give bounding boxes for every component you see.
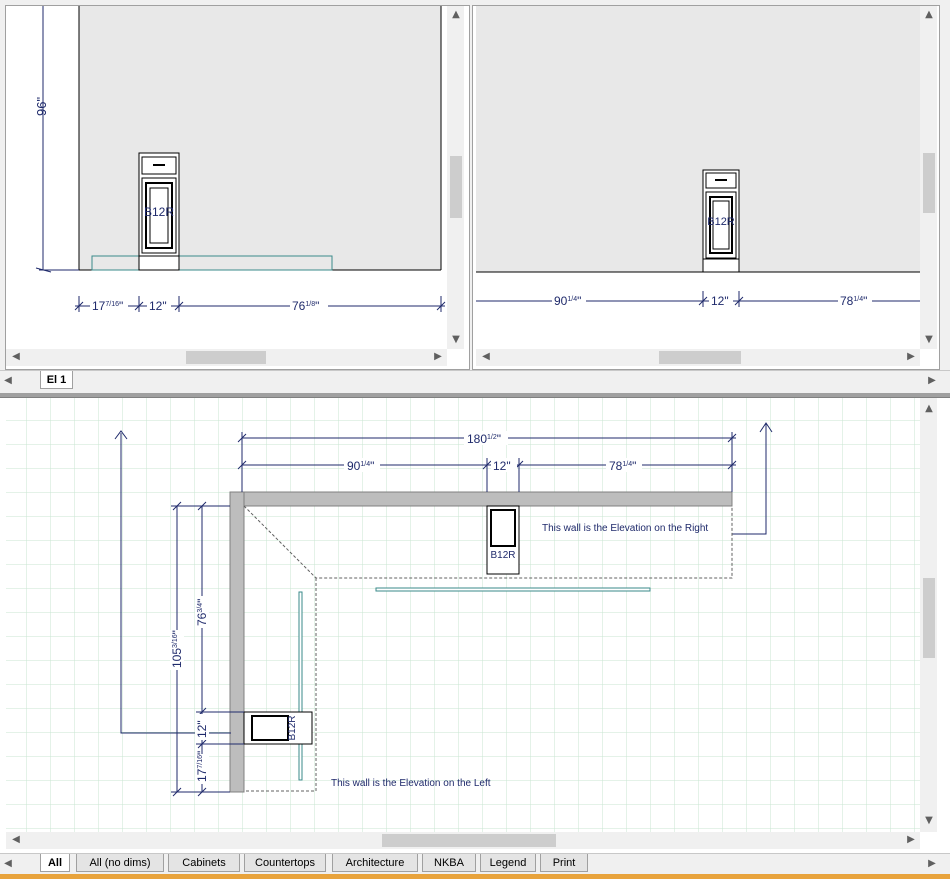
scroll-down-icon[interactable]: ▼ [923, 816, 935, 826]
svg-text:12": 12" [195, 720, 209, 738]
plan-vscrollbar[interactable]: ▲ ▼ [920, 398, 937, 832]
scroll-right-icon[interactable]: ▶ [432, 352, 444, 362]
base-cabinet-b12r[interactable]: B12R [138, 152, 180, 271]
scroll-left-icon[interactable]: ◀ [480, 352, 492, 362]
tab-scroll-left-icon[interactable]: ◀ [2, 376, 14, 386]
elevation-left-vscrollbar[interactable]: ▲ ▼ [447, 6, 464, 349]
scroll-thumb[interactable] [186, 351, 266, 364]
scroll-right-icon[interactable]: ▶ [905, 352, 917, 362]
tab-legend[interactable]: Legend [480, 854, 536, 872]
elevation-right-hscrollbar[interactable]: ◀ ▶ [476, 349, 920, 366]
tab-all-no-dims[interactable]: All (no dims) [76, 854, 164, 872]
elevation-right-vscrollbar[interactable]: ▲ ▼ [920, 6, 937, 349]
svg-text:12": 12" [711, 294, 729, 308]
plan-cabinet-top-b12r[interactable]: B12R [486, 505, 520, 575]
scroll-up-icon[interactable]: ▲ [923, 10, 935, 20]
note-elevation-left: This wall is the Elevation on the Left [331, 778, 491, 789]
tab-nkba[interactable]: NKBA [422, 854, 476, 872]
scroll-up-icon[interactable]: ▲ [923, 404, 935, 414]
top-wall [229, 491, 733, 507]
svg-text:B12R: B12R [287, 715, 298, 740]
tab-scroll-left-icon[interactable]: ◀ [2, 859, 14, 869]
plan-hscrollbar[interactable]: ◀ ▶ [6, 832, 920, 849]
scroll-thumb[interactable] [382, 834, 556, 847]
scroll-left-icon[interactable]: ◀ [10, 835, 22, 845]
tab-countertops[interactable]: Countertops [244, 854, 326, 872]
tab-scroll-right-icon[interactable]: ▶ [926, 859, 938, 869]
counter-edge-top [375, 587, 651, 592]
elevation-right-canvas[interactable]: B12R 901/4" 12" 781/4" [476, 6, 920, 349]
left-wall [229, 491, 245, 793]
tab-all[interactable]: All [40, 854, 70, 872]
tab-el-1[interactable]: El 1 [40, 371, 73, 389]
tab-label: El 1 [46, 374, 67, 386]
elevation-left-hscrollbar[interactable]: ◀ ▶ [6, 349, 447, 366]
note-elevation-right: This wall is the Elevation on the Right [542, 523, 708, 534]
cabinet-label: B12R [144, 205, 174, 219]
scroll-thumb[interactable] [659, 351, 741, 364]
layer-tab-strip: ◀ All All (no dims) Cabinets Countertops… [0, 853, 950, 874]
scroll-thumb[interactable] [923, 578, 935, 658]
height-dimension-label: 96" [34, 97, 49, 116]
scroll-thumb[interactable] [923, 153, 935, 213]
elevation-left-canvas[interactable]: 96" B12R 177/16" 12" 761/8" [6, 6, 447, 349]
elevation-tab-strip: ◀ El 1 ▶ [0, 370, 950, 391]
plan-view-canvas[interactable]: B12R B12R 1801/2" 901/4" 12" 781/4" 1053… [6, 398, 920, 832]
scroll-down-icon[interactable]: ▼ [923, 335, 935, 345]
counter-edge-left [298, 591, 303, 781]
tab-architecture[interactable]: Architecture [332, 854, 418, 872]
status-accent-bar [0, 874, 950, 879]
svg-text:12": 12" [493, 459, 511, 473]
plan-grid [6, 398, 920, 832]
svg-text:B12R: B12R [490, 550, 515, 561]
tab-print[interactable]: Print [540, 854, 588, 872]
base-cabinet-b12r[interactable]: B12R [702, 169, 740, 273]
wall-elevation-area [79, 6, 441, 270]
scroll-thumb[interactable] [450, 156, 462, 218]
scroll-up-icon[interactable]: ▲ [450, 10, 462, 20]
svg-text:1801/2": 1801/2" [467, 432, 501, 446]
tab-cabinets[interactable]: Cabinets [168, 854, 240, 872]
cabinet-label: B12R [707, 216, 735, 228]
scroll-right-icon[interactable]: ▶ [905, 835, 917, 845]
scroll-down-icon[interactable]: ▼ [450, 335, 462, 345]
wall-elevation-area [476, 6, 920, 272]
plan-cabinet-left-b12r[interactable]: B12R [243, 711, 313, 745]
tab-scroll-right-icon[interactable]: ▶ [926, 376, 938, 386]
scroll-left-icon[interactable]: ◀ [10, 352, 22, 362]
svg-text:12": 12" [149, 299, 167, 313]
